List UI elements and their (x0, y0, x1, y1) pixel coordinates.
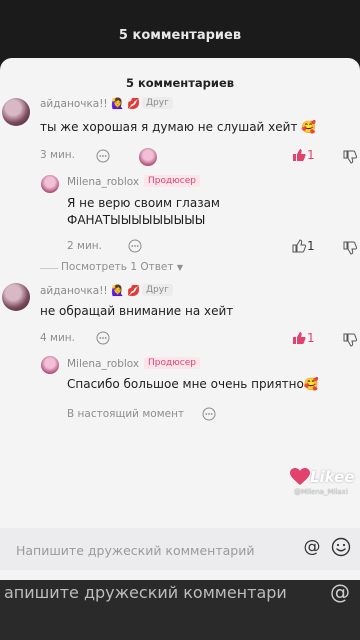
background-title: 5 комментариев (118, 28, 242, 43)
thumbs-down-icon[interactable] (343, 333, 357, 347)
avatar[interactable] (2, 283, 30, 311)
watermark-brand: Likee (310, 468, 355, 486)
more-options-icon[interactable] (128, 239, 142, 253)
like-count: 1 (307, 239, 315, 253)
view-replies-link[interactable]: Посмотреть 1 Ответ ▼ (61, 261, 183, 273)
comments-count-title: 5 комментариев (125, 76, 235, 90)
avatar[interactable] (41, 356, 59, 374)
comment-time: 2 мин. (67, 240, 102, 252)
producer-tag: Продюсер (144, 357, 200, 369)
watermark-user: @Milena_Milaxi (294, 488, 348, 496)
comment-author[interactable]: айданочка!! 🙋‍♀️ 💋 (40, 97, 140, 110)
friend-tag: Друг (142, 284, 173, 296)
comment-author[interactable]: айданочка!! 🙋‍♀️ 💋 (40, 284, 140, 297)
watermark: Likee @Milena_Milaxi (290, 468, 360, 508)
comment-text: ты же хорошая я думаю не слушай хейт 🥰 (40, 120, 317, 134)
thread-line (40, 268, 58, 269)
comment-time: 4 мин. (40, 332, 75, 344)
more-options-icon[interactable] (96, 331, 110, 345)
comment-author[interactable]: Milena_roblox (67, 358, 139, 370)
author-badges: 🙋‍♀️ 💋 (110, 98, 141, 110)
more-options-icon[interactable] (96, 149, 110, 163)
comment-text: Я не верю своим глазам ФАНАТЫЫЫЫЫЫЫЫЫ (67, 196, 220, 227)
mention-icon[interactable]: @ (302, 537, 322, 557)
avatar[interactable] (41, 175, 59, 193)
emoji-picker-icon[interactable] (331, 537, 351, 557)
author-nick: айданочка!! (40, 285, 108, 297)
heart-logo-icon (290, 468, 310, 485)
background-footer (0, 570, 360, 640)
like-count: 1 (307, 148, 315, 162)
comment-text: не обращай внимание на хейт (40, 304, 234, 318)
comment-author[interactable]: Milena_roblox (67, 176, 139, 188)
background-footer-text: апишите дружеский комментари (4, 583, 287, 602)
view-replies-label: Посмотреть 1 Ответ (61, 261, 174, 273)
thumbs-up-icon[interactable] (292, 148, 306, 162)
author-nick: айданочка!! (40, 98, 108, 110)
author-badges: 🙋‍♀️ 💋 (110, 285, 141, 297)
comment-time: 3 мин. (40, 149, 75, 161)
avatar[interactable] (2, 98, 30, 126)
comment-text: Спасибо большое мне очень приятно🥰 (67, 377, 319, 391)
thumbs-down-icon[interactable] (343, 150, 357, 164)
more-options-icon[interactable] (202, 407, 216, 421)
like-count: 1 (307, 331, 315, 345)
comments-sheet: 5 комментариев айданочка!! 🙋‍♀️ 💋 Друг т… (0, 58, 360, 580)
comment-input[interactable] (16, 540, 286, 560)
author-liked-avatar (139, 148, 157, 166)
thumbs-up-icon[interactable] (292, 331, 306, 345)
thumbs-down-icon[interactable] (343, 241, 357, 255)
background-at-icon: @ (330, 580, 350, 604)
comment-time: В настоящий момент (67, 408, 185, 420)
comment-input-bar: @ (0, 528, 360, 570)
friend-tag: Друг (142, 97, 173, 109)
chevron-down-icon: ▼ (176, 263, 183, 272)
producer-tag: Продюсер (144, 175, 200, 187)
thumbs-up-icon[interactable] (292, 239, 306, 253)
